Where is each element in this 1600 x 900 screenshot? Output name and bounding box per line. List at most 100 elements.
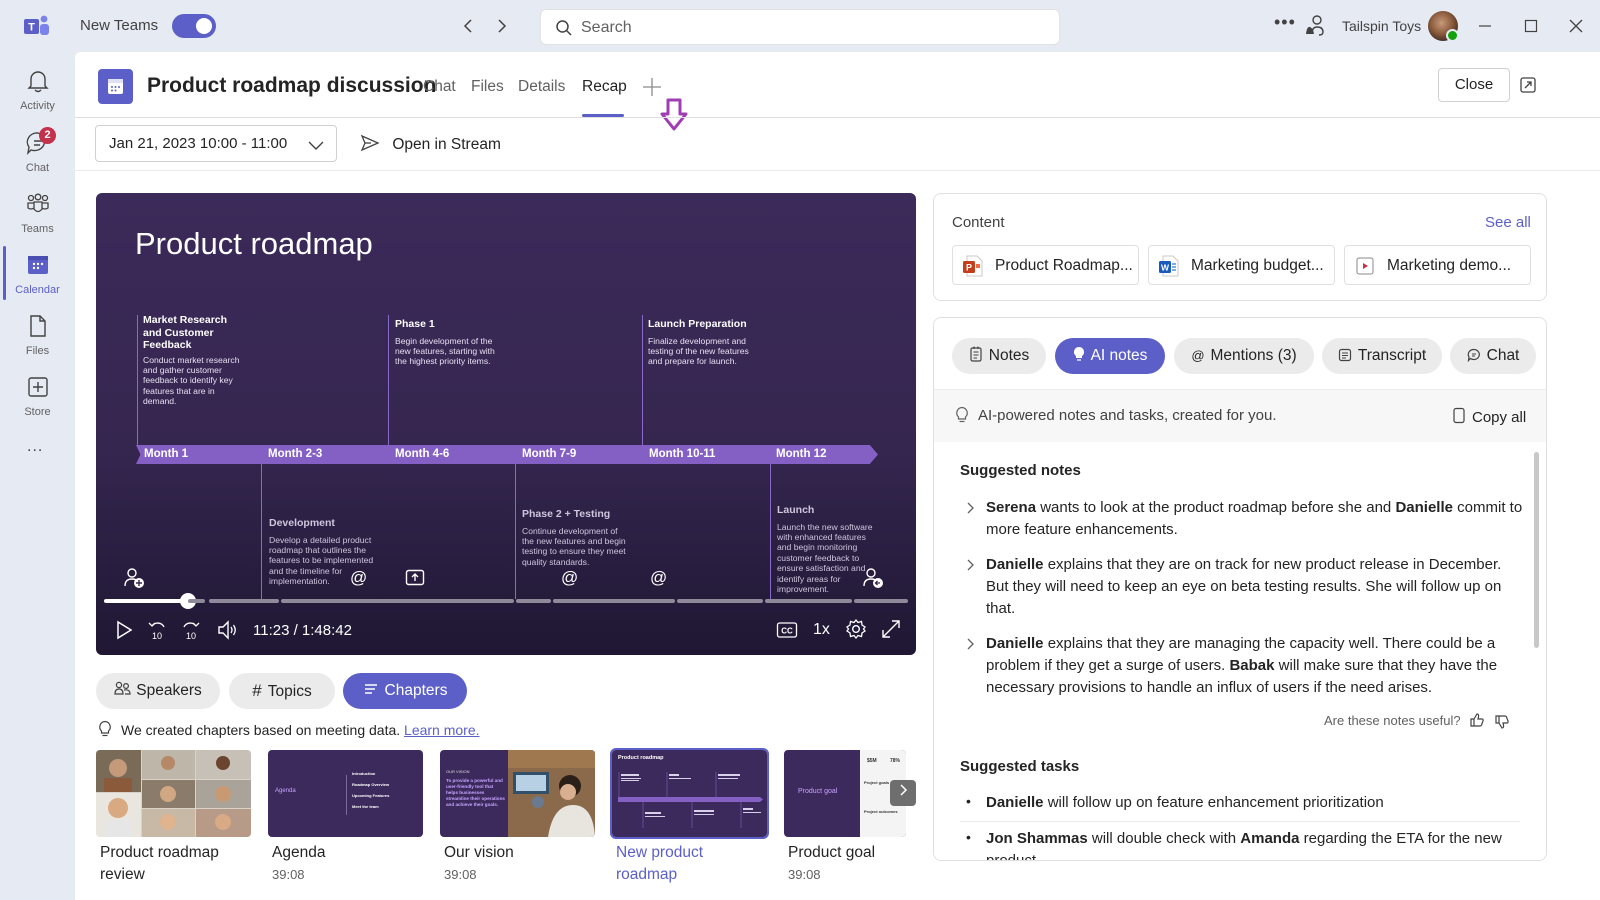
new-teams-toggle[interactable] <box>172 14 216 38</box>
close-button[interactable]: Close <box>1438 68 1510 102</box>
maximize-button[interactable] <box>1519 14 1543 38</box>
slide-item: Meet the team <box>352 804 379 809</box>
chapter-title[interactable]: Product goal 39:08 <box>788 842 875 886</box>
rail-item-store[interactable]: Store <box>0 366 75 426</box>
forward-10-icon[interactable]: 10 <box>180 618 202 642</box>
video-player[interactable]: Product roadmap Market Research and Cust… <box>96 193 916 655</box>
settings-gear-icon[interactable] <box>845 618 867 640</box>
annotation-arrow-icon <box>660 98 688 131</box>
notes-tab[interactable]: Notes <box>952 338 1046 374</box>
captions-icon[interactable]: CC <box>776 621 798 639</box>
volume-icon[interactable] <box>216 619 240 641</box>
bullet: • <box>966 829 971 845</box>
see-all-link[interactable]: See all <box>1485 214 1531 231</box>
chapter-title[interactable]: Product roadmap review <box>100 842 250 886</box>
tab-files[interactable]: Files <box>471 78 504 96</box>
person-left-marker-icon[interactable] <box>862 567 884 589</box>
timeline-connector <box>388 315 389 445</box>
suggested-notes-heading: Suggested notes <box>960 462 1081 479</box>
chapter-thumbnail-new-product-roadmap[interactable]: Product roadmap <box>610 748 769 839</box>
timeline-month: Month 7-9 <box>522 448 577 460</box>
content-card: Content See all P Product Roadmap... W M… <box>933 193 1547 301</box>
milestone-title: Phase 2 + Testing <box>522 508 611 520</box>
chat-tab[interactable]: Chat <box>1450 338 1536 374</box>
progress-segment[interactable] <box>853 599 908 603</box>
rail-item-teams[interactable]: Teams <box>0 183 75 243</box>
chapter-thumbnail-product-roadmap-review[interactable] <box>96 750 251 837</box>
lightbulb-icon <box>956 406 968 423</box>
rail-item-chat[interactable]: 2 Chat <box>0 122 75 182</box>
progress-segment[interactable] <box>676 599 764 603</box>
chapter-thumbnail-agenda[interactable]: Agenda Introduction Roadmap Overview Upc… <box>268 750 423 837</box>
next-chapters-button[interactable] <box>890 780 916 806</box>
mention-marker-icon[interactable]: @ <box>561 568 578 588</box>
file-chip-marketing-demo[interactable]: Marketing demo... <box>1344 245 1531 285</box>
search-input[interactable]: Search <box>540 9 1060 45</box>
rail-item-files[interactable]: Files <box>0 305 75 365</box>
teams-icon <box>26 193 49 213</box>
chevron-right-icon[interactable] <box>964 559 976 571</box>
more-apps-button[interactable]: ... <box>27 438 43 456</box>
progress-segment[interactable] <box>188 599 205 603</box>
chapters-tab[interactable]: Chapters <box>343 673 467 709</box>
close-window-button[interactable] <box>1564 14 1588 38</box>
thumbs-up-icon[interactable] <box>1469 712 1485 728</box>
copy-all-button[interactable]: Copy all <box>1452 407 1526 426</box>
slide-title: Product roadmap <box>135 226 373 261</box>
mention-marker-icon[interactable]: @ <box>350 568 367 588</box>
pop-out-icon[interactable] <box>1519 76 1537 94</box>
topics-tab[interactable]: # Topics <box>229 673 335 709</box>
more-options-button[interactable]: ••• <box>1274 12 1296 33</box>
forward-button[interactable] <box>489 14 513 38</box>
rail-label: Calendar <box>15 284 60 296</box>
back-button[interactable] <box>457 14 481 38</box>
fullscreen-icon[interactable] <box>881 619 901 639</box>
mention-marker-icon[interactable]: @ <box>650 568 667 588</box>
content-heading: Content <box>952 214 1005 231</box>
rewind-10-icon[interactable]: 10 <box>146 618 168 642</box>
progress-segment[interactable] <box>516 599 551 603</box>
tab-details[interactable]: Details <box>518 78 565 96</box>
file-chip-marketing-budget[interactable]: W Marketing budget... <box>1148 245 1335 285</box>
ai-notes-tab[interactable]: AI notes <box>1055 338 1165 374</box>
screen-share-marker-icon[interactable] <box>405 569 425 587</box>
progress-segment[interactable] <box>765 599 852 603</box>
play-icon[interactable] <box>114 619 134 641</box>
svg-text:P: P <box>966 263 972 273</box>
learn-more-link[interactable]: Learn more. <box>404 722 479 738</box>
chevron-right-icon[interactable] <box>964 502 976 514</box>
rail-item-calendar[interactable]: Calendar <box>0 244 75 304</box>
add-tab-icon[interactable] <box>641 76 663 98</box>
minimize-button[interactable] <box>1473 14 1497 38</box>
progress-segment[interactable] <box>281 599 515 603</box>
speakers-tab[interactable]: Speakers <box>96 673 220 709</box>
file-chip-product-roadmap[interactable]: P Product Roadmap... <box>952 245 1139 285</box>
svg-text:10: 10 <box>186 631 196 641</box>
chapter-thumbnail-product-goal[interactable]: Product goal $5M 78% Project goals Proje… <box>784 750 906 837</box>
tab-chat[interactable]: Chat <box>423 78 456 96</box>
person-bell-icon[interactable] <box>1304 14 1326 38</box>
chapter-thumbnail-our-vision[interactable]: OUR VISION To provide a powerful and use… <box>440 750 595 837</box>
app-rail: Activity 2 Chat Teams Calendar Files Sto… <box>0 52 75 900</box>
chapter-title[interactable]: Our vision 39:08 <box>444 842 514 886</box>
notes-scrollbar[interactable] <box>1534 452 1539 648</box>
playback-speed-button[interactable]: 1x <box>813 621 830 639</box>
person-joined-marker-icon[interactable] <box>123 567 145 589</box>
slide-item: Roadmap Overview <box>352 782 390 787</box>
mentions-tab[interactable]: @ Mentions (3) <box>1174 338 1314 374</box>
transcript-tab[interactable]: Transcript <box>1322 338 1442 374</box>
list-icon <box>364 684 377 694</box>
progress-segment[interactable] <box>208 599 280 603</box>
tab-recap[interactable]: Recap <box>582 78 627 96</box>
rail-item-activity[interactable]: Activity <box>0 60 75 120</box>
date-range-dropdown[interactable]: Jan 21, 2023 10:00 - 11:00 <box>95 125 337 162</box>
progress-segment[interactable] <box>553 599 675 603</box>
timeline-connector <box>770 464 771 599</box>
chapter-title[interactable]: Agenda 39:08 <box>272 842 325 886</box>
progress-segment[interactable] <box>104 599 187 603</box>
chevron-right-icon[interactable] <box>964 638 976 650</box>
open-in-stream-button[interactable]: Open in Stream <box>360 134 501 154</box>
thumbs-down-icon[interactable] <box>1494 714 1510 730</box>
chapter-title[interactable]: New product roadmap <box>616 842 736 886</box>
teams-logo-icon: T <box>24 15 49 35</box>
